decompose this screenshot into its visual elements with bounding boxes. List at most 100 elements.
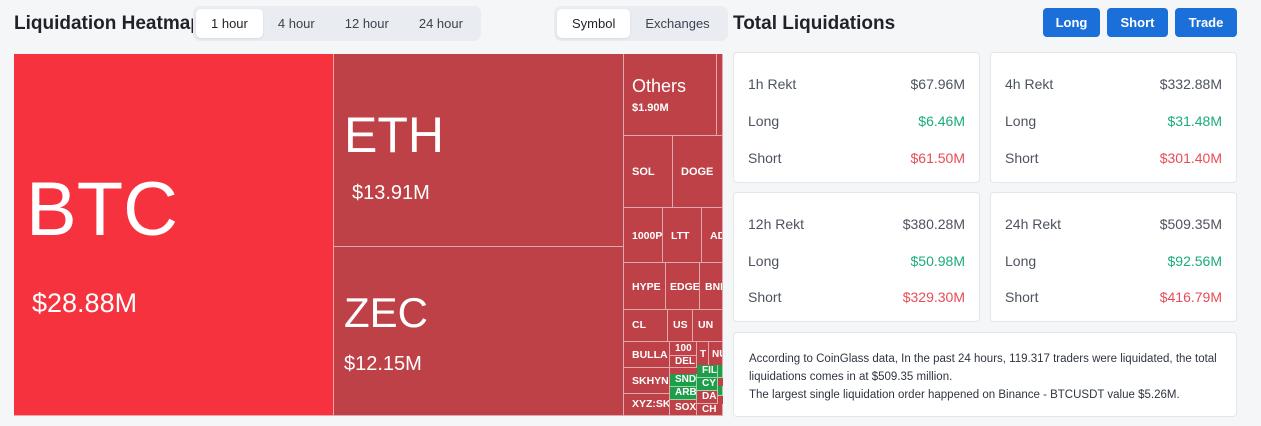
trade-button[interactable]: Trade (1175, 8, 1237, 37)
liquidation-summary: According to CoinGlass data, In the past… (733, 332, 1237, 417)
treemap-cell-del[interactable]: DEL (670, 356, 697, 368)
short-value: $61.50M (910, 150, 965, 166)
tab-4-hour[interactable]: 4 hour (263, 9, 330, 38)
tab-24-hour[interactable]: 24 hour (404, 9, 478, 38)
cell-symbol: DEL (675, 356, 695, 367)
cell-symbol: SND (675, 374, 697, 385)
short-label: Short (1005, 289, 1039, 305)
treemap-cell-un[interactable]: UN (693, 310, 723, 342)
liquidation-treemap: BTC $28.88M ETH $13.91M ZEC $12.15M Othe… (14, 54, 723, 416)
long-value: $50.98M (910, 253, 965, 269)
treemap-cell-ad[interactable]: AD (702, 208, 723, 263)
treemap-cell-snd[interactable]: SND (670, 374, 697, 387)
treemap-cell-hype[interactable]: HYPE (624, 263, 666, 310)
short-value: $301.40M (1159, 150, 1222, 166)
treemap-cell-eth[interactable]: ETH $13.91M (334, 54, 624, 247)
treemap-cell-sox[interactable]: SOX (670, 400, 697, 416)
cell-symbol: DOGE (681, 166, 714, 178)
card-label: 1h Rekt (748, 76, 797, 92)
treemap-cell-edge[interactable]: EDGE (666, 263, 700, 310)
cell-symbol: NU (712, 349, 722, 360)
long-button[interactable]: Long (1043, 8, 1100, 37)
cell-symbol: 100 (675, 343, 692, 354)
tab-exchanges[interactable]: Exchanges (630, 9, 724, 38)
cell-symbol: HYPE (632, 281, 661, 293)
treemap-cell-da[interactable]: DA (697, 391, 718, 404)
treemap-cell-cl[interactable]: CL (624, 310, 668, 342)
cell-value: $12.15M (344, 353, 422, 375)
card-total: $67.96M (910, 76, 965, 92)
treemap-cell-skhyn[interactable]: SKHYN (624, 368, 670, 394)
cell-symbol: SOX (675, 402, 697, 413)
rekt-card-24h: 24h Rekt $509.35M Long $92.56M Short $416.7… (990, 192, 1237, 322)
cell-symbol: XYZ:SK (632, 398, 670, 410)
cell-symbol: LTT (671, 230, 690, 242)
treemap-cell-cy[interactable]: CY (697, 378, 718, 391)
cell-symbol: AD (710, 230, 722, 242)
treemap-cell-bulla[interactable]: BULLA (624, 342, 670, 368)
card-total: $332.88M (1159, 76, 1222, 92)
cell-value: $28.88M (32, 288, 138, 318)
total-liquidations-title: Total Liquidations (733, 13, 896, 34)
view-mode-tabs: Symbol Exchanges (554, 6, 728, 41)
long-value: $31.48M (1167, 113, 1222, 129)
treemap-cell-btc[interactable]: BTC $28.88M (14, 54, 334, 416)
cell-symbol: ETH (344, 107, 444, 163)
card-total: $509.35M (1159, 216, 1222, 232)
cell-symbol: ZEC (344, 289, 428, 336)
treemap-cell-ltt[interactable]: LTT (663, 208, 702, 263)
short-button[interactable]: Short (1107, 8, 1168, 37)
card-total: $380.28M (902, 216, 965, 232)
cell-symbol: EDGE (670, 281, 700, 293)
tab-12-hour[interactable]: 12 hour (330, 9, 404, 38)
cell-symbol: T (700, 349, 707, 360)
treemap-cell-1000p[interactable]: 1000P (624, 208, 663, 263)
long-value: $92.56M (1167, 253, 1222, 269)
summary-text: According to CoinGlass data, In the past… (749, 353, 1217, 383)
short-value: $329.30M (902, 289, 965, 305)
short-label: Short (748, 150, 782, 166)
summary-largest-order: The largest single liquidation order hap… (749, 389, 1180, 401)
cell-symbol: BNB (705, 281, 722, 293)
treemap-cell-100[interactable]: 100 (670, 342, 697, 356)
treemap-cell-us[interactable]: US (668, 310, 693, 342)
rekt-card-1h: 1h Rekt $67.96M Long $6.46M Short $61.50M (733, 52, 980, 183)
treemap-cell-fil[interactable]: FIL (697, 365, 718, 378)
treemap-cell-ch[interactable]: CH (697, 404, 723, 416)
long-value: $6.46M (918, 113, 965, 129)
treemap-cell-arb[interactable]: ARB (670, 387, 697, 400)
cell-symbol: SOL (632, 166, 655, 178)
treemap-cell-sliver[interactable] (717, 54, 723, 136)
long-label: Long (748, 253, 780, 269)
cell-symbol: CY (702, 378, 716, 389)
treemap-cell-doge[interactable]: DOGE (673, 136, 723, 208)
time-range-tabs: 1 hour 4 hour 12 hour 24 hour (193, 6, 481, 41)
tab-1-hour[interactable]: 1 hour (196, 9, 263, 38)
cell-symbol: Others (632, 76, 687, 96)
long-label: Long (1005, 253, 1037, 269)
short-label: Short (748, 289, 782, 305)
cell-symbol: DA (702, 391, 717, 402)
short-label: Short (1005, 150, 1039, 166)
cell-symbol: CL (632, 319, 646, 331)
treemap-cell-green-sliver-2[interactable] (718, 386, 723, 396)
short-value: $416.79M (1159, 289, 1222, 305)
cell-symbol: BTC (26, 167, 178, 252)
cell-value: $1.90M (632, 102, 669, 114)
tab-symbol[interactable]: Symbol (557, 9, 631, 38)
cell-symbol: SKHYN (632, 375, 669, 387)
card-label: 12h Rekt (748, 216, 805, 232)
treemap-cell-sol[interactable]: SOL (624, 136, 673, 208)
treemap-cell-zec[interactable]: ZEC $12.15M (334, 247, 624, 416)
treemap-cell-others[interactable]: Others $1.90M (624, 54, 717, 136)
cell-symbol: US (673, 319, 688, 331)
heatmap-title: Liquidation Heatmap (14, 13, 202, 34)
cell-symbol: UN (698, 319, 714, 331)
treemap-cell-green-sliver-1[interactable] (718, 365, 723, 378)
rekt-card-12h: 12h Rekt $380.28M Long $50.98M Short $329.3… (733, 192, 980, 322)
treemap-cell-xyz-sk[interactable]: XYZ:SK (624, 394, 670, 416)
treemap-cell-bnb[interactable]: BNB (700, 263, 723, 310)
long-label: Long (1005, 113, 1037, 129)
card-label: 4h Rekt (1005, 76, 1054, 92)
cell-symbol: BULLA (632, 349, 668, 361)
